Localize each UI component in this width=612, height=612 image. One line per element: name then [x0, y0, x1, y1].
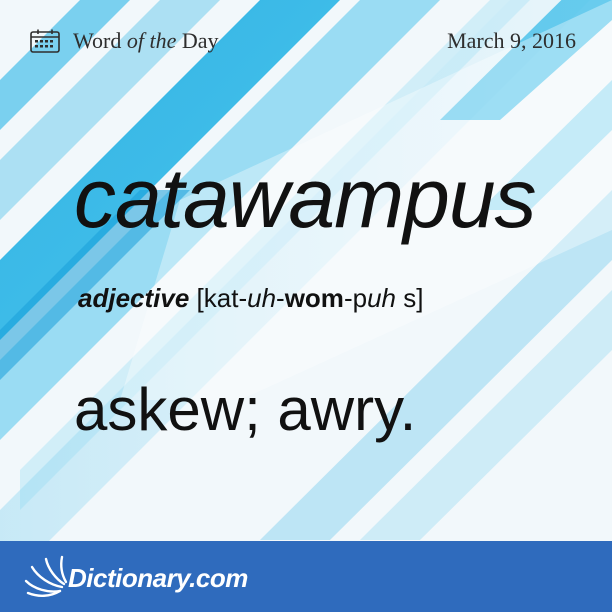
definition-text: askew; awry. — [74, 376, 417, 443]
part-of-speech: adjective — [78, 283, 190, 313]
pron-part-2: uh — [247, 283, 277, 313]
pron-part-3: - — [276, 283, 285, 313]
headword: catawampus — [74, 151, 537, 245]
footer-bar: Dictionary.com — [0, 541, 612, 612]
pron-part-6: uh — [367, 283, 396, 313]
pron-part-1: kat- — [203, 283, 248, 313]
dictionary-logo-icon — [24, 555, 68, 597]
pron-stressed-syllable: wom — [284, 283, 344, 313]
calendar-icon — [30, 29, 60, 53]
word-of-the-day-title: Word of the Day — [73, 28, 219, 54]
title-word: Word — [73, 28, 122, 53]
date-label: March 9, 2016 — [447, 28, 576, 53]
pron-open-bracket: [ — [196, 283, 204, 313]
pron-close-bracket: ] — [416, 283, 424, 313]
title-day: Day — [181, 28, 219, 53]
header-bar: Word of the Day March 9, 2016 — [0, 0, 612, 80]
pronunciation-line: adjective [kat-uh-wom-puh s] — [78, 283, 423, 314]
pron-part-5: -p — [343, 283, 368, 313]
pron-part-7: s — [395, 283, 417, 313]
word-of-the-day-card: Word of the Day March 9, 2016 catawampus… — [0, 0, 612, 612]
brand-logo-text[interactable]: Dictionary.com — [68, 563, 248, 594]
title-of-the: of the — [126, 28, 177, 53]
